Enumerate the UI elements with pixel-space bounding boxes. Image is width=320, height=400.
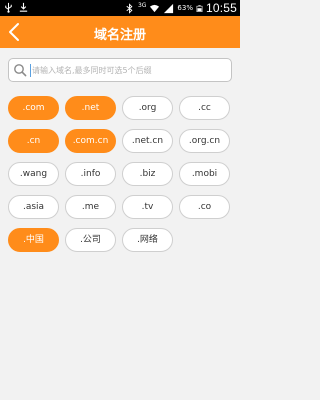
wifi-icon [150,4,160,12]
title-bar: 域名注册 [0,16,240,48]
signal-icon [164,3,174,13]
search-icon [14,64,27,77]
search-box[interactable] [8,58,232,82]
domain-suffix-chip[interactable]: .org [122,96,173,120]
domain-suffix-chip[interactable]: .net.cn [122,129,173,153]
domain-suffix-chip[interactable]: .com [8,96,59,120]
domain-suffix-chip[interactable]: .biz [122,162,173,186]
status-bar: 3G 63% 10:55 [0,0,240,16]
bluetooth-icon [126,2,133,14]
domain-suffix-chip[interactable]: .org.cn [179,129,230,153]
page-title: 域名注册 [93,28,146,43]
domain-suffix-chip[interactable]: .me [65,195,116,219]
text-cursor [30,64,31,77]
battery-percent: 63% [177,4,193,12]
status-bar-notifications [3,2,29,13]
domain-suffix-chip[interactable]: .tv [122,195,173,219]
domain-suffix-chip[interactable]: .info [65,162,116,186]
domain-suffix-chip[interactable]: .cn [8,129,59,153]
domain-suffix-chip[interactable]: .com.cn [65,129,116,153]
domain-suffix-chip[interactable]: .中国 [8,228,59,252]
battery-icon [196,4,203,12]
domain-suffix-chip[interactable]: .wang [8,162,59,186]
download-icon [19,2,28,12]
usb-icon [5,2,12,13]
network-type: 3G [137,2,147,9]
domain-suffix-chip[interactable]: .mobi [179,162,230,186]
domain-suffix-chip[interactable]: .公司 [65,228,116,252]
domain-suffix-chip[interactable]: .co [179,195,230,219]
search-input[interactable] [32,61,227,79]
clock: 10:55 [205,1,237,15]
domain-suffix-chip[interactable]: .网络 [122,228,173,252]
domain-suffix-grid: .com .net .org .cc .cn .com.cn .net.cn .org.cn.… [8,96,234,252]
status-bar-system: 3G 63% 10:55 [124,1,237,15]
domain-suffix-chip[interactable]: .asia [8,195,59,219]
domain-suffix-chip[interactable]: .net [65,96,116,120]
domain-suffix-chip[interactable]: .cc [179,96,230,120]
